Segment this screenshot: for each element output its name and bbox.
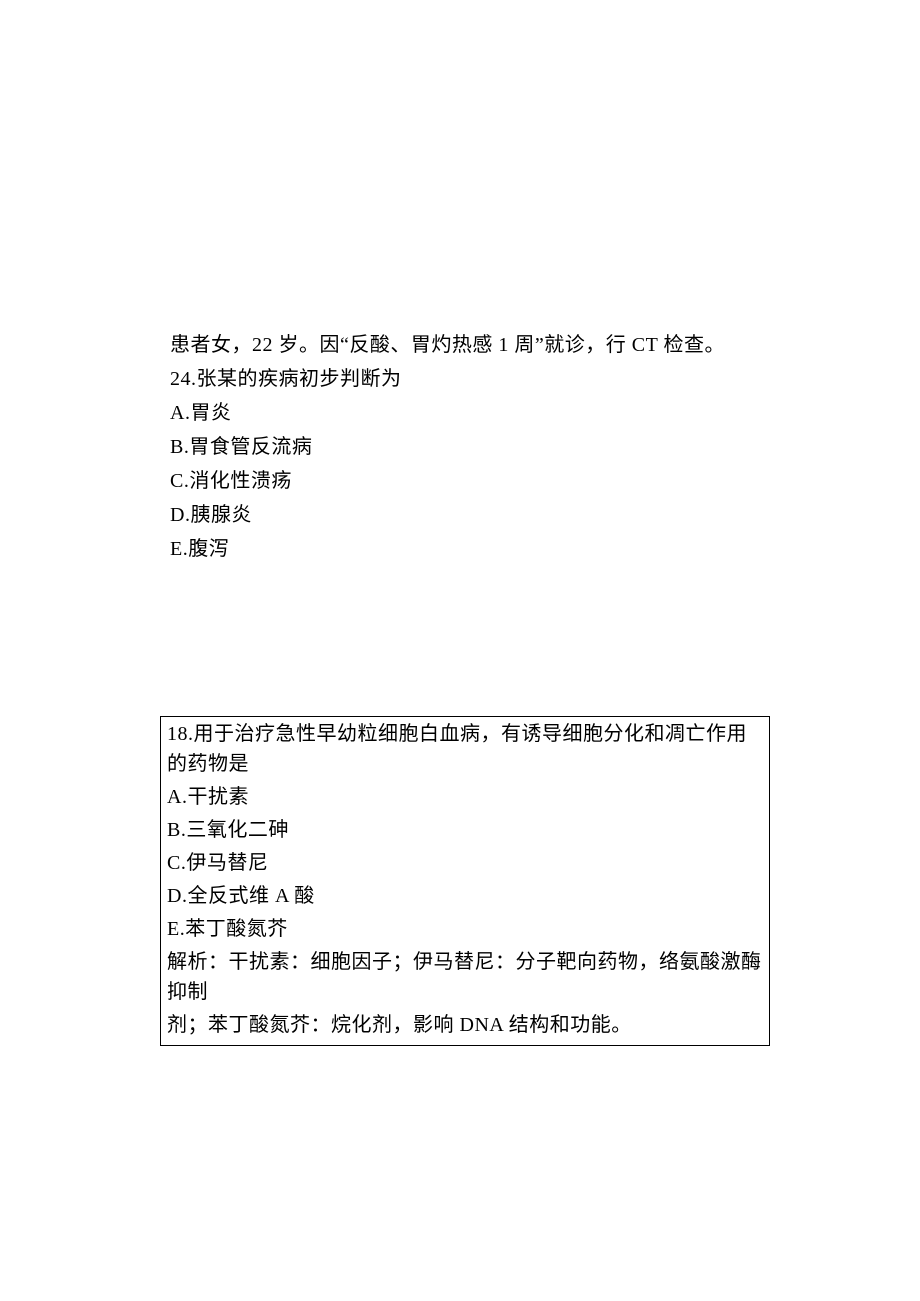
option-c: C.伊马替尼 [167, 848, 763, 878]
option-a: A.胃炎 [170, 398, 760, 428]
option-c: C.消化性溃疡 [170, 466, 760, 496]
option-d: D.全反式维 A 酸 [167, 881, 763, 911]
option-e: E.腹泻 [170, 534, 760, 564]
explanation-line-2: 剂；苯丁酸氮芥：烷化剂，影响 DNA 结构和功能。 [167, 1010, 763, 1040]
explanation-line-1: 解析：干扰素：细胞因子；伊马替尼：分子靶向药物，络氨酸激酶抑制 [167, 947, 763, 1007]
option-e: E.苯丁酸氮芥 [167, 914, 763, 944]
question-block-24: 患者女，22 岁。因“反酸、胃灼热感 1 周”就诊，行 CT 检查。 24.张某… [170, 330, 760, 568]
option-b: B.胃食管反流病 [170, 432, 760, 462]
question-24-stem: 24.张某的疾病初步判断为 [170, 364, 760, 394]
option-a: A.干扰素 [167, 782, 763, 812]
question-block-18: 18.用于治疗急性早幼粒细胞白血病，有诱导细胞分化和凋亡作用的药物是 A.干扰素… [160, 716, 770, 1046]
case-stem: 患者女，22 岁。因“反酸、胃灼热感 1 周”就诊，行 CT 检查。 [170, 330, 760, 360]
question-18-stem: 18.用于治疗急性早幼粒细胞白血病，有诱导细胞分化和凋亡作用的药物是 [167, 719, 763, 779]
option-d: D.胰腺炎 [170, 500, 760, 530]
option-b: B.三氧化二砷 [167, 815, 763, 845]
